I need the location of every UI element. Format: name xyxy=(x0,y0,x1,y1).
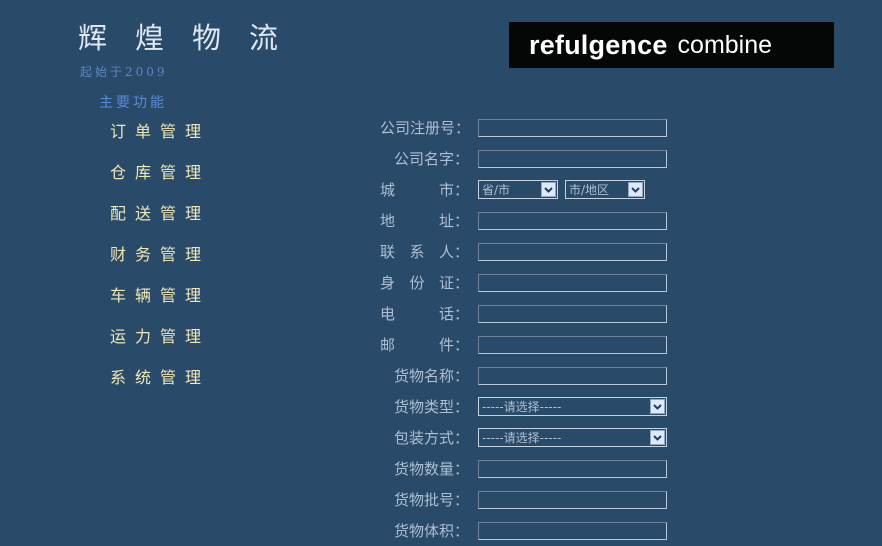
phone-input[interactable] xyxy=(478,304,667,323)
province-select-value: 省/市 xyxy=(482,183,511,197)
registration-form: 公司注册号： 公司名字： 城 市： 省/市 市/地区 地 址： 联 系 人： 身… xyxy=(380,112,680,546)
goods-name-label: 货物名称： xyxy=(393,367,469,385)
address-label: 地 址： xyxy=(380,210,471,231)
goods-name-input[interactable] xyxy=(478,366,667,385)
id-card-label-part-2: 份 xyxy=(409,274,425,292)
id-card-input[interactable] xyxy=(478,273,667,292)
goods-type-select[interactable]: -----请选择----- xyxy=(478,397,667,416)
goods-batch-input[interactable] xyxy=(478,490,667,509)
address-input[interactable] xyxy=(478,211,667,230)
row-mail: 邮 件： xyxy=(380,329,680,360)
packing-select-value: -----请选择----- xyxy=(482,431,562,445)
chevron-down-icon[interactable] xyxy=(650,430,665,445)
nav-item-capacity[interactable]: 运力管理 xyxy=(110,323,210,364)
mail-label-part-2: 件： xyxy=(438,336,469,354)
nav-item-orders[interactable]: 订单管理 xyxy=(110,118,210,159)
nav-heading: 主要功能 xyxy=(99,95,167,111)
row-goods-type: 货物类型： -----请选择----- xyxy=(380,391,680,422)
goods-type-select-value: -----请选择----- xyxy=(482,400,562,414)
contact-label: 联 系 人： xyxy=(380,241,471,262)
nav-item-vehicles[interactable]: 车辆管理 xyxy=(110,282,210,323)
company-reg-no-label: 公司注册号： xyxy=(380,119,471,137)
row-address: 地 址： xyxy=(380,205,680,236)
id-card-label-part-1: 身 xyxy=(380,274,396,292)
contact-input[interactable] xyxy=(478,242,667,261)
row-goods-name: 货物名称： xyxy=(380,360,680,391)
packing-label: 包装方式： xyxy=(393,429,469,447)
site-subtitle: 起始于2009 xyxy=(80,65,168,79)
city-label-part-1: 城 xyxy=(380,181,396,199)
chevron-down-icon[interactable] xyxy=(650,399,665,414)
row-phone: 电 话： xyxy=(380,298,680,329)
chevron-down-icon[interactable] xyxy=(541,182,556,197)
row-goods-volume: 货物体积： xyxy=(380,515,680,546)
goods-batch-label: 货物批号： xyxy=(393,491,469,509)
chevron-down-icon[interactable] xyxy=(628,182,643,197)
site-title: 辉煌物流 xyxy=(78,21,307,55)
nav-item-finance[interactable]: 财务管理 xyxy=(110,241,210,282)
phone-label-part-2: 话： xyxy=(438,305,469,323)
city-label: 城 市： xyxy=(380,179,471,200)
nav-item-warehouse[interactable]: 仓库管理 xyxy=(110,159,210,200)
district-select[interactable]: 市/地区 xyxy=(565,180,645,199)
nav-item-system[interactable]: 系统管理 xyxy=(110,364,210,405)
province-select[interactable]: 省/市 xyxy=(478,180,558,199)
row-city: 城 市： 省/市 市/地区 xyxy=(380,174,680,205)
row-contact: 联 系 人： xyxy=(380,236,680,267)
company-name-label: 公司名字： xyxy=(393,150,469,168)
row-goods-quantity: 货物数量： xyxy=(380,453,680,484)
id-card-label: 身 份 证： xyxy=(380,272,471,293)
contact-label-part-2: 系 xyxy=(409,243,425,261)
contact-label-part-3: 人： xyxy=(438,243,469,261)
address-label-part-1: 地 xyxy=(380,212,396,230)
packing-select[interactable]: -----请选择----- xyxy=(478,428,667,447)
main-nav: 订单管理 仓库管理 配送管理 财务管理 车辆管理 运力管理 系统管理 xyxy=(110,118,210,405)
row-id-card: 身 份 证： xyxy=(380,267,680,298)
phone-label: 电 话： xyxy=(380,303,471,324)
brand-logo: refulgence combine xyxy=(509,22,834,68)
goods-type-label: 货物类型： xyxy=(393,398,469,416)
phone-label-part-1: 电 xyxy=(380,305,396,323)
row-company-name: 公司名字： xyxy=(380,143,680,174)
contact-label-part-1: 联 xyxy=(380,243,396,261)
mail-label: 邮 件： xyxy=(380,334,471,355)
city-label-part-2: 市： xyxy=(438,181,469,199)
logo-word-refulgence: refulgence xyxy=(529,29,668,60)
mail-input[interactable] xyxy=(478,335,667,354)
company-reg-no-input[interactable] xyxy=(478,118,667,137)
address-label-part-2: 址： xyxy=(438,212,469,230)
goods-volume-input[interactable] xyxy=(478,521,667,540)
logo-word-combine: combine xyxy=(677,30,773,59)
row-packing: 包装方式： -----请选择----- xyxy=(380,422,680,453)
mail-label-part-1: 邮 xyxy=(380,336,396,354)
row-company-reg-no: 公司注册号： xyxy=(380,112,680,143)
goods-volume-label: 货物体积： xyxy=(393,522,469,540)
row-goods-batch: 货物批号： xyxy=(380,484,680,515)
id-card-label-part-3: 证： xyxy=(438,274,469,292)
nav-item-delivery[interactable]: 配送管理 xyxy=(110,200,210,241)
goods-quantity-label: 货物数量： xyxy=(393,460,469,478)
company-name-input[interactable] xyxy=(478,149,667,168)
district-select-value: 市/地区 xyxy=(569,183,610,197)
goods-quantity-input[interactable] xyxy=(478,459,667,478)
